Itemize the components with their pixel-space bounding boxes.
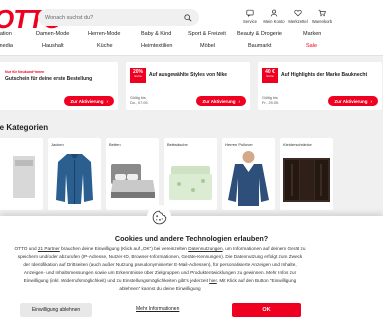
service-icon (246, 9, 254, 17)
promo-banners: Nur für Neukund*innen Gutschein für dein… (0, 62, 382, 110)
search-bar[interactable]: Wonach suchst du? (38, 9, 199, 26)
service-button[interactable]: Service (238, 9, 262, 24)
jacket-image (56, 154, 93, 204)
here-link[interactable]: hier (209, 278, 217, 283)
sweater-image (228, 151, 269, 206)
nav-item[interactable]: ration (0, 31, 12, 37)
cookie-text: OTTO und (14, 246, 38, 251)
activate-label: Zur Aktivierung (202, 98, 236, 104)
promo-title: Auf Highlights der Marke Bauknecht (281, 72, 368, 78)
nav-item-sport-freizeit[interactable]: Sport & Freizeit (188, 31, 226, 37)
nav-item-heimtextilien[interactable]: Heimtextilien (141, 43, 172, 49)
nav-item-haushalt[interactable]: Haushalt (42, 43, 64, 49)
cart-button[interactable]: Warenkorb (310, 9, 334, 24)
nav-row-2: media Haushalt Küche Heimtextilien Möbel… (0, 43, 383, 51)
promo-kicker: Nur für Neukund*innen (5, 70, 45, 74)
heart-icon (294, 9, 302, 17)
cart-label: Warenkorb (311, 19, 333, 24)
promo-card-voucher[interactable]: Nur für Neukund*innen Gutschein für dein… (0, 62, 118, 110)
nav-item-damen-mode[interactable]: Damen-Mode (36, 31, 69, 37)
nav-row-1: ration Damen-Mode Herren-Mode Baby & Kin… (0, 31, 383, 39)
chevron-right-icon: › (106, 98, 109, 104)
category-label: Herren Pullover (225, 142, 253, 147)
wardrobe-image (283, 158, 330, 202)
product-image (13, 156, 35, 198)
header-actions: Service Mein Konto Merkzettel Warenkorb (238, 9, 334, 24)
promo-validity: Gültig bis Do., 07.09. (130, 96, 149, 105)
category-label: Betten (109, 142, 121, 147)
account-icon (270, 9, 278, 17)
badge-sub: Extra (266, 74, 274, 78)
accept-ok-button[interactable]: OK (232, 303, 301, 317)
cookie-icon (152, 210, 166, 224)
nav-item-kueche[interactable]: Küche (97, 43, 113, 49)
discount-badge: 40 € Extra (262, 68, 278, 83)
promo-title: Gutschein für deine erste Bestellung (5, 76, 93, 82)
activate-button[interactable]: Zur Aktivierung › (64, 96, 114, 106)
promo-card-bauknecht[interactable]: 40 € Extra Auf Highlights der Marke Baukn… (258, 62, 382, 110)
cookie-icon-wrap (147, 205, 171, 229)
badge-sub: Extra (134, 74, 142, 78)
promo-validity: Gültig bis Fr., 29.09. (262, 96, 280, 105)
category-label: Bettwäsche (167, 142, 188, 147)
cookie-text: brauchen deine Einwilligung (Klick auf „… (59, 246, 189, 251)
bedding-image (169, 166, 212, 200)
wishlist-label: Merkzettel (288, 19, 308, 24)
chevron-right-icon: › (370, 98, 373, 104)
account-label: Mein Konto (263, 19, 285, 24)
nav-item-herren-mode[interactable]: Herren-Mode (88, 31, 120, 37)
nav-item-baby-kind[interactable]: Baby & Kind (141, 31, 171, 37)
nav-item-moebel[interactable]: Möbel (200, 43, 215, 49)
discount-badge: 20% Extra (130, 68, 146, 83)
data-usage-link[interactable]: Datennutzungen (188, 246, 222, 251)
category-tile-jacken[interactable]: Jacken (48, 138, 101, 210)
account-button[interactable]: Mein Konto (262, 9, 286, 24)
category-tile[interactable] (0, 138, 43, 210)
category-label: Jacken (51, 142, 64, 147)
nav-item[interactable]: media (0, 43, 13, 49)
category-tile-bettwaesche[interactable]: Bettwäsche (164, 138, 217, 210)
category-tile-herren-pullover[interactable]: Herren Pullover (222, 138, 275, 210)
service-label: Service (243, 19, 257, 24)
partner-link[interactable]: 21 Partner (38, 246, 60, 251)
more-info-link[interactable]: Mehr Informationen (136, 306, 179, 312)
decline-consent-button[interactable]: Einwilligung ablehnen (20, 303, 92, 317)
category-tile-betten[interactable]: Betten (106, 138, 159, 210)
activate-label: Zur Aktivierung (70, 98, 104, 104)
nav-item-baumarkt[interactable]: Baumarkt (248, 43, 272, 49)
activate-button[interactable]: Zur Aktivierung › (328, 96, 378, 106)
category-tile-kleiderschraenke[interactable]: Kleiderschränke (280, 138, 333, 210)
nav-item-marken[interactable]: Marken (303, 31, 321, 37)
activate-label: Zur Aktivierung (334, 98, 368, 104)
promo-card-nike[interactable]: 20% Extra Auf ausgewählte Styles von Nike… (126, 62, 250, 110)
cart-icon (318, 9, 326, 17)
search-input[interactable]: Wonach suchst du? (45, 15, 184, 21)
cookie-body: OTTO und 21 Partner brauchen deine Einwi… (14, 245, 306, 293)
search-icon[interactable] (184, 13, 192, 22)
header: OTTO Wonach suchst du? Service Mein Kont… (0, 0, 383, 56)
categories-heading: te Kategorien (0, 123, 49, 132)
wishlist-button[interactable]: Merkzettel (286, 9, 310, 24)
bed-image (111, 164, 155, 198)
category-label: Kleiderschränke (283, 142, 312, 147)
nav-item-sale[interactable]: Sale (306, 43, 317, 49)
cookie-title: Cookies und andere Technologien erlauben… (114, 234, 269, 243)
chevron-right-icon: › (238, 98, 241, 104)
activate-button[interactable]: Zur Aktivierung › (196, 96, 246, 106)
promo-title: Auf ausgewählte Styles von Nike (149, 72, 228, 78)
category-tiles: Jacken Betten Bettwäsche Herren Pullover… (0, 138, 333, 210)
nav-item-beauty-drogerie[interactable]: Beauty & Drogerie (237, 31, 282, 37)
